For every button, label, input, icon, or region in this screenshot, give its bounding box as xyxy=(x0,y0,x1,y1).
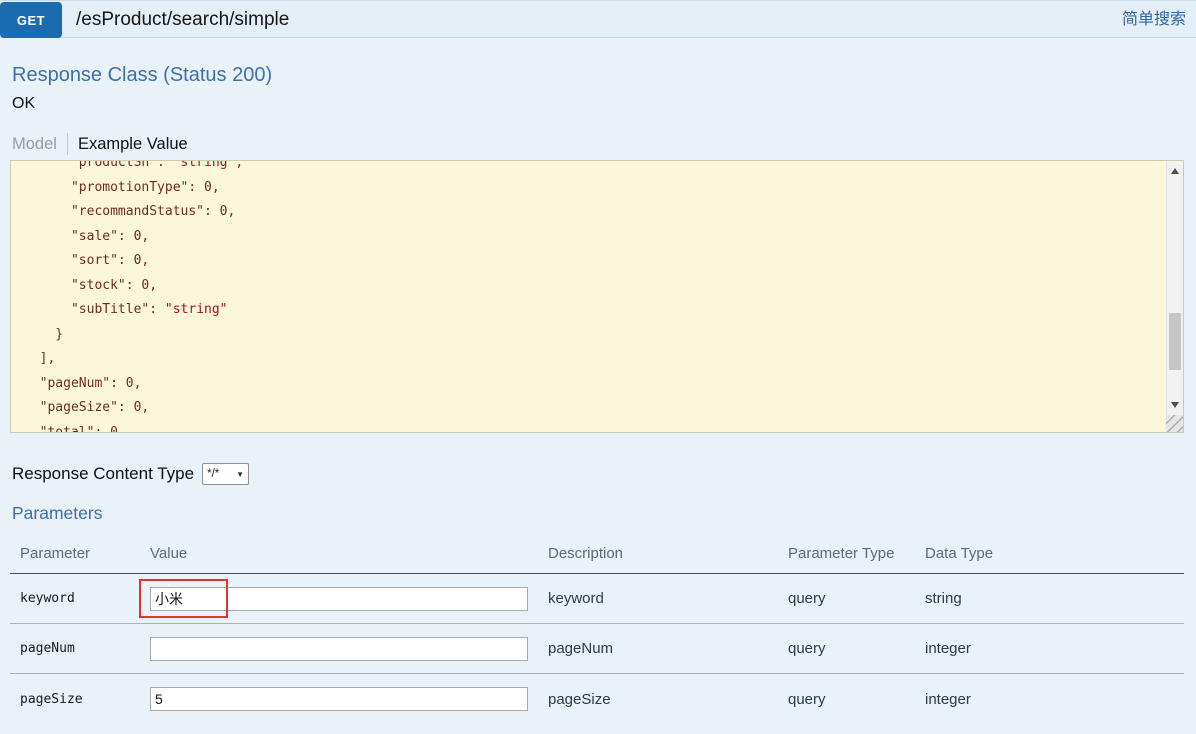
scrollbar-thumb[interactable] xyxy=(1169,313,1181,370)
param-type: query xyxy=(788,640,925,657)
response-class-title: Response Class (Status 200) xyxy=(12,64,272,87)
param-name: pageSize xyxy=(20,692,150,707)
table-row-pageNum: pageNum pageNum query integer xyxy=(10,624,1184,674)
param-type: query xyxy=(788,590,925,607)
keyword-input[interactable] xyxy=(150,587,528,611)
table-row-pageSize: pageSize pageSize query integer xyxy=(10,674,1184,724)
param-description: pageNum xyxy=(548,640,788,657)
endpoint-summary: 简单搜索 xyxy=(1122,1,1186,38)
scroll-down-icon[interactable] xyxy=(1167,397,1183,413)
example-value-snippet: "productSn": "string", "promotionType": … xyxy=(10,160,1184,433)
scroll-up-icon[interactable] xyxy=(1167,163,1183,179)
pageSize-input[interactable] xyxy=(150,687,528,711)
column-header-data-type: Data Type xyxy=(925,545,1184,562)
param-data-type: string xyxy=(925,590,1184,607)
table-row-keyword: keyword keyword query string xyxy=(10,574,1184,624)
param-value-cell xyxy=(150,587,548,611)
parameters-table-header: Parameter Value Description Parameter Ty… xyxy=(10,535,1184,574)
pageNum-input[interactable] xyxy=(150,637,528,661)
column-header-value: Value xyxy=(150,545,548,562)
tab-example-value[interactable]: Example Value xyxy=(68,135,188,154)
example-json-viewport[interactable]: "productSn": "string", "promotionType": … xyxy=(11,161,1166,432)
parameters-table: Parameter Value Description Parameter Ty… xyxy=(10,535,1184,724)
column-header-description: Description xyxy=(548,545,788,562)
param-value-cell xyxy=(150,687,548,711)
snippet-scrollbar[interactable] xyxy=(1166,161,1183,415)
endpoint-path[interactable]: /esProduct/search/simple xyxy=(76,1,289,38)
tab-model[interactable]: Model xyxy=(12,135,67,154)
content-type-select[interactable]: */* ▼ xyxy=(202,463,249,485)
content-type-selected-value: */* xyxy=(207,468,219,480)
param-data-type: integer xyxy=(925,691,1184,708)
param-name: pageNum xyxy=(20,641,150,656)
resize-grip-icon[interactable] xyxy=(1166,415,1183,432)
example-json: "productSn": "string", "promotionType": … xyxy=(11,161,1166,432)
chevron-down-icon: ▼ xyxy=(236,470,244,479)
param-name: keyword xyxy=(20,591,150,606)
response-content-type-label: Response Content Type xyxy=(12,464,194,484)
column-header-parameter: Parameter xyxy=(20,545,150,562)
parameters-title: Parameters xyxy=(12,503,102,524)
param-type: query xyxy=(788,691,925,708)
http-method-badge[interactable]: GET xyxy=(0,2,62,38)
response-content-type-row: Response Content Type */* ▼ xyxy=(12,463,249,485)
param-value-cell xyxy=(150,637,548,661)
param-description: pageSize xyxy=(548,691,788,708)
param-description: keyword xyxy=(548,590,788,607)
response-status-text: OK xyxy=(12,95,35,113)
response-tabs: Model Example Value xyxy=(12,133,188,155)
column-header-parameter-type: Parameter Type xyxy=(788,545,925,562)
endpoint-header[interactable]: GET /esProduct/search/simple 简单搜索 xyxy=(0,0,1196,38)
param-data-type: integer xyxy=(925,640,1184,657)
